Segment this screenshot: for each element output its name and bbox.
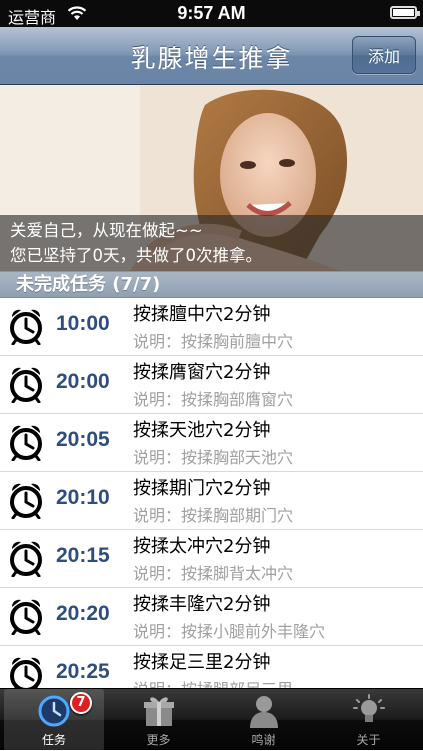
task-name: 按揉丰隆穴2分钟 xyxy=(133,594,271,615)
alarm-clock-icon xyxy=(9,655,43,688)
task-description: 说明：按揉胸部膺窗穴 xyxy=(133,390,294,409)
gift-icon xyxy=(143,697,174,726)
task-row[interactable]: 20:15 按揉太冲穴2分钟 说明：按揉脚背太冲穴 xyxy=(0,530,423,588)
tab-more[interactable]: 更多 xyxy=(106,689,211,751)
section-header: 未完成任务 (7/7) xyxy=(0,271,423,298)
task-description: 说明：按揉脚背太冲穴 xyxy=(133,564,294,583)
task-name: 按揉天池穴2分钟 xyxy=(133,420,271,441)
task-name: 按揉膺窗穴2分钟 xyxy=(133,362,271,383)
alarm-clock-icon xyxy=(9,481,43,519)
banner-slogan: 关爱自己，从现在做起~~ xyxy=(10,221,203,240)
task-time: 20:20 xyxy=(56,602,110,625)
task-row[interactable]: 20:00 按揉膺窗穴2分钟 说明：按揉胸部膺窗穴 xyxy=(0,356,423,414)
task-name: 按揉期门穴2分钟 xyxy=(133,478,271,499)
task-time: 20:05 xyxy=(56,428,110,451)
task-description: 说明：按揉腿部足三里 xyxy=(133,676,293,688)
task-description: 说明：按揉小腿前外丰隆穴 xyxy=(133,622,326,641)
tab-tasks[interactable]: 7 任务 xyxy=(4,689,104,751)
task-description: 说明：按揉胸前膻中穴 xyxy=(133,332,294,351)
task-row[interactable]: 20:20 按揉丰隆穴2分钟 说明：按揉小腿前外丰隆穴 xyxy=(0,588,423,646)
task-time: 10:00 xyxy=(56,312,110,335)
banner: 关爱自己，从现在做起~~ 您已坚持了0天，共做了0次推拿。 xyxy=(0,85,423,271)
tab-bar: 7 任务 更多 鸣谢 关于 xyxy=(0,688,423,751)
battery-icon xyxy=(390,6,420,19)
task-list[interactable]: 10:00 按揉膻中穴2分钟 说明：按揉胸前膻中穴 20:00 按揉膺窗穴2分钟… xyxy=(0,298,423,688)
alarm-clock-icon xyxy=(9,597,43,635)
add-button[interactable]: 添加 xyxy=(352,36,416,74)
task-time: 20:15 xyxy=(56,544,110,567)
task-row[interactable]: 20:10 按揉期门穴2分钟 说明：按揉胸部期门穴 xyxy=(0,472,423,530)
task-description: 说明：按揉胸部期门穴 xyxy=(133,506,294,525)
task-time: 20:25 xyxy=(56,660,110,683)
alarm-clock-icon xyxy=(9,365,43,403)
task-description: 说明：按揉胸部天池穴 xyxy=(133,448,294,467)
task-name: 按揉足三里2分钟 xyxy=(133,652,271,673)
task-time: 20:00 xyxy=(56,370,110,393)
tab-label: 更多 xyxy=(146,733,171,747)
task-name: 按揉膻中穴2分钟 xyxy=(133,304,271,325)
status-time: 9:57 AM xyxy=(177,3,246,23)
alarm-clock-icon xyxy=(9,423,43,461)
alarm-clock-icon xyxy=(9,307,43,345)
alarm-clock-icon xyxy=(9,539,43,577)
tab-label: 任务 xyxy=(41,733,66,747)
task-name: 按揉太冲穴2分钟 xyxy=(133,536,271,557)
task-row[interactable]: 20:25 按揉足三里2分钟 说明：按揉腿部足三里 xyxy=(0,646,423,688)
task-row[interactable]: 20:05 按揉天池穴2分钟 说明：按揉胸部天池穴 xyxy=(0,414,423,472)
clock-icon xyxy=(38,695,70,727)
tab-label: 鸣谢 xyxy=(251,733,276,747)
tab-about[interactable]: 关于 xyxy=(316,689,421,751)
tab-thanks[interactable]: 鸣谢 xyxy=(211,689,316,751)
status-bar: 运营商 9:57 AM xyxy=(0,0,423,27)
task-row[interactable]: 10:00 按揉膻中穴2分钟 说明：按揉胸前膻中穴 xyxy=(0,298,423,356)
tab-label: 关于 xyxy=(356,733,381,747)
banner-caption: 关爱自己，从现在做起~~ 您已坚持了0天，共做了0次推拿。 xyxy=(0,215,423,271)
navigation-bar: 乳腺增生推拿 添加 xyxy=(0,27,423,85)
lightbulb-icon xyxy=(352,694,385,722)
banner-progress-text: 您已坚持了0天，共做了0次推拿。 xyxy=(10,246,262,265)
person-icon xyxy=(249,696,278,728)
task-time: 20:10 xyxy=(56,486,110,509)
task-count-badge: 7 xyxy=(70,692,92,714)
